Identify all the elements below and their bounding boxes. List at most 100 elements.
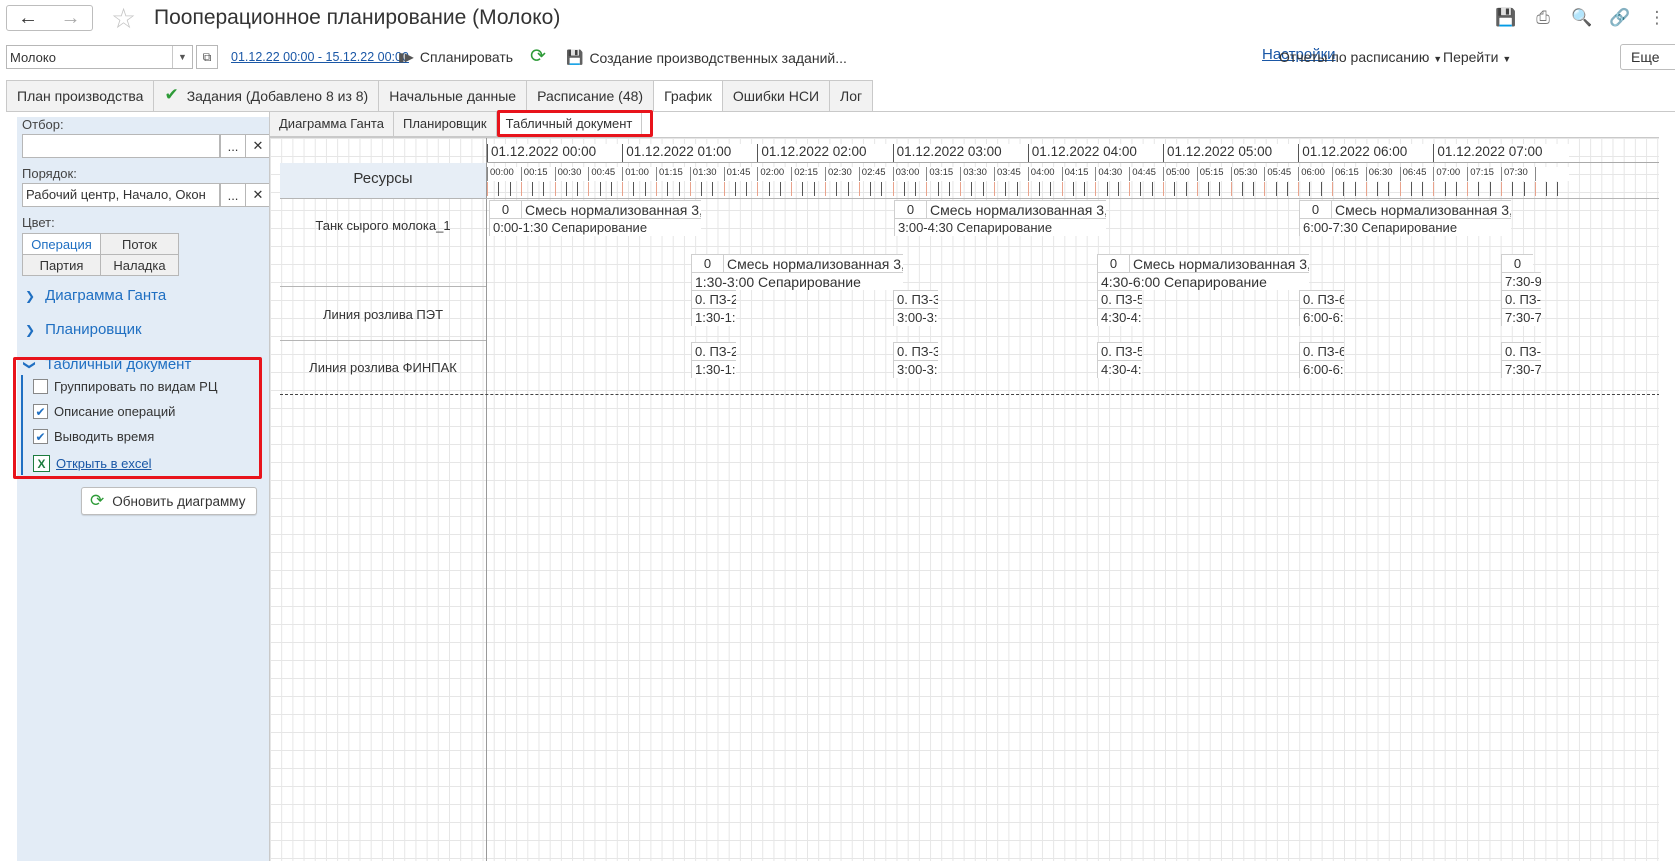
spreadsheet[interactable]: Ресурсы Танк сырого молока_1 Линия розли… [269, 137, 1659, 861]
op-time[interactable]: 7:30-9 [1501, 272, 1541, 290]
op-product[interactable]: Смесь нормализованная 3,2 [1331, 200, 1511, 218]
op-number[interactable]: 0 [1299, 200, 1331, 218]
op-code[interactable]: 0. ПЗ-3 [893, 290, 938, 308]
color-option-setup[interactable]: Наладка [100, 254, 179, 276]
resource-name: Танк сырого молока_1 [315, 218, 451, 233]
op-time[interactable]: 3:00-3: [893, 360, 938, 378]
op-time[interactable]: 4:30-6:00 Сепарирование [1097, 272, 1309, 290]
link-icon[interactable]: 🔗 [1609, 8, 1630, 28]
forward-button[interactable]: → [49, 5, 93, 31]
timeline-quarter-label: 04:15 [1061, 167, 1096, 181]
op-code[interactable]: 0. ПЗ-5 [1097, 290, 1142, 308]
op-product[interactable]: Смесь нормализованная 3,2 [723, 254, 903, 272]
op-time[interactable]: 6:00-7:30 Сепарирование [1299, 218, 1511, 236]
filter-choose-button[interactable]: ... [220, 134, 246, 158]
op-product[interactable]: Смесь нормализованная 3,2 [521, 200, 701, 218]
order-choose-button[interactable]: ... [220, 183, 246, 207]
order-clear-button[interactable]: ✕ [245, 183, 271, 207]
group-planner[interactable]: ❯ Планировщик [25, 321, 142, 338]
color-option-operation[interactable]: Операция [22, 233, 101, 255]
tab-initial-data[interactable]: Начальные данные [378, 80, 527, 112]
op-number[interactable]: 0 [489, 200, 521, 218]
refresh-diagram-button[interactable]: ⟳ Обновить диаграмму [81, 487, 257, 515]
plan-button[interactable]: ▮▶ Спланировать [398, 49, 513, 65]
goto-menu[interactable]: Перейти ▼ [1443, 49, 1511, 65]
filter-clear-button[interactable]: ✕ [245, 134, 271, 158]
preview-icon[interactable]: 🔍 [1571, 8, 1592, 28]
tab-log[interactable]: Лог [829, 80, 874, 112]
subtab-planner[interactable]: Планировщик [392, 111, 496, 137]
timeline-tick [1072, 182, 1074, 196]
op-time[interactable]: 7:30-7 [1501, 360, 1541, 378]
op-code[interactable]: 0. ПЗ-6 [1299, 342, 1344, 360]
reports-menu[interactable]: Отчеты по расписанию ▼ [1279, 49, 1442, 65]
refresh-icon[interactable]: ⟳ [530, 45, 546, 68]
color-option-batch[interactable]: Партия [22, 254, 101, 276]
op-number[interactable]: 0 [1501, 254, 1533, 272]
op-time[interactable]: 4:30-4: [1097, 360, 1142, 378]
timeline-tick [1241, 182, 1243, 196]
scenario-select[interactable]: Молоко ▼ [6, 45, 193, 69]
op-time[interactable]: 1:30-1: [691, 308, 736, 326]
op-time[interactable]: 1:30-3:00 Сепарирование [691, 272, 903, 290]
chevron-down-icon[interactable]: ▼ [172, 46, 192, 68]
timeline-hour-label: 01.12.2022 01:00 [622, 144, 758, 162]
op-time[interactable]: 7:30-7 [1501, 308, 1541, 326]
tab-production-plan[interactable]: План производства [6, 80, 154, 112]
op-code[interactable]: 0. ПЗ-3 [893, 342, 938, 360]
op-product[interactable]: Смесь нормализованная 3,2 [926, 200, 1106, 218]
timeline-tick [599, 182, 601, 196]
back-button[interactable]: ← [6, 5, 50, 31]
timeline-tick [825, 182, 826, 196]
tab-chart[interactable]: График [653, 80, 722, 112]
op-code[interactable]: 0. ПЗ- [1501, 290, 1541, 308]
op-time[interactable]: 0:00-1:30 Сепарирование [489, 218, 701, 236]
op-time[interactable]: 3:00-3: [893, 308, 938, 326]
op-number[interactable]: 0 [894, 200, 926, 218]
more-vertical-icon[interactable]: ⋮ [1647, 8, 1667, 28]
tab-tasks[interactable]: ✔ Задания (Добавлено 8 из 8) [153, 80, 379, 112]
save-icon[interactable]: 💾 [1495, 8, 1516, 28]
tab-label: Задания (Добавлено 8 из 8) [186, 88, 369, 104]
op-code[interactable]: 0. ПЗ-5 [1097, 342, 1142, 360]
op-time[interactable]: 3:00-4:30 Сепарирование [894, 218, 1106, 236]
tab-nsi-errors[interactable]: Ошибки НСИ [721, 80, 829, 112]
timeline-quarter-label: 03:45 [994, 167, 1028, 181]
op-time[interactable]: 4:30-4: [1097, 308, 1142, 326]
op-code[interactable]: 0. ПЗ- [1501, 342, 1541, 360]
timeline-tick [903, 182, 905, 196]
color-option-flow[interactable]: Поток [100, 233, 179, 255]
timeline-quarter-label: 02:30 [825, 167, 859, 181]
group-planner-label: Планировщик [45, 321, 142, 338]
op-code[interactable]: 0. ПЗ-6 [1299, 290, 1344, 308]
timeline-quarter-label: 00:30 [554, 167, 589, 181]
tab-schedule[interactable]: Расписание (48) [526, 80, 654, 112]
open-copy-button[interactable]: ⧉ [196, 45, 218, 69]
timeline-tick [633, 182, 635, 196]
arrow-right-icon: → [60, 6, 81, 29]
timeline-tick [712, 182, 714, 196]
timeline-tick [1557, 182, 1559, 196]
op-product[interactable]: Смесь нормализованная 3,2 [1129, 254, 1309, 272]
period-link[interactable]: 01.12.22 00:00 - 15.12.22 00:00 [231, 50, 409, 64]
op-code[interactable]: 0. ПЗ-2 [691, 342, 736, 360]
timeline-tick [982, 182, 984, 196]
op-code[interactable]: 0. ПЗ-2 [691, 290, 736, 308]
op-number[interactable]: 0 [691, 254, 723, 272]
more-button[interactable]: Еще [1620, 44, 1675, 70]
timeline-tick [791, 182, 793, 196]
subtab-gantt[interactable]: Диаграмма Ганта [269, 111, 393, 137]
create-tasks-button[interactable]: 💾 Создание производственных заданий... [566, 49, 847, 66]
op-time[interactable]: 6:00-6: [1299, 360, 1344, 378]
favorite-star-icon[interactable]: ☆ [111, 2, 136, 35]
group-gantt[interactable]: ❯ Диаграмма Ганта [25, 287, 166, 304]
order-field[interactable]: Рабочий центр, Начало, Окон [22, 183, 220, 207]
op-time[interactable]: 1:30-1: [691, 360, 736, 378]
color-label: Цвет: [22, 215, 55, 230]
timeline-tick [1151, 182, 1153, 196]
op-number[interactable]: 0 [1097, 254, 1129, 272]
print-icon[interactable]: ⎙ [1533, 8, 1553, 28]
filter-field[interactable] [22, 134, 220, 158]
window-title: Пооперационное планирование (Молоко) [154, 6, 561, 29]
op-time[interactable]: 6:00-6: [1299, 308, 1344, 326]
